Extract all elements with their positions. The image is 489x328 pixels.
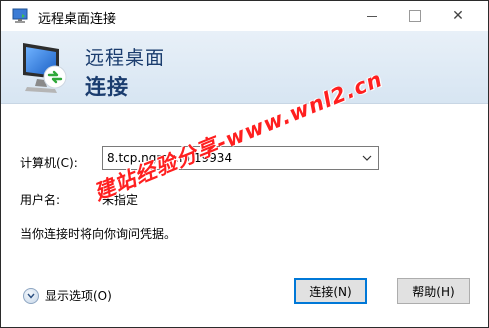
close-icon: ✕ bbox=[452, 8, 464, 24]
user-label: 用户名: bbox=[20, 193, 61, 207]
computer-label: 计算机(C): bbox=[20, 156, 78, 170]
chevron-down-icon bbox=[362, 155, 372, 161]
maximize-button[interactable] bbox=[392, 1, 438, 31]
connect-button[interactable]: 连接(N) bbox=[294, 278, 367, 304]
minimize-button[interactable] bbox=[349, 1, 395, 31]
show-options-label[interactable]: 显示选项(O) bbox=[45, 287, 112, 304]
maximize-icon bbox=[409, 10, 421, 22]
remote-desktop-monitor-icon bbox=[23, 43, 67, 93]
title-bar: 远程桌面连接 ✕ bbox=[1, 1, 488, 31]
credentials-note: 当你连接时将向你询问凭据。 bbox=[20, 227, 177, 241]
dialog-header: 远程桌面 连接 bbox=[1, 31, 488, 104]
minimize-icon bbox=[367, 15, 377, 17]
show-options-toggle[interactable]: 显示选项(O) bbox=[23, 287, 112, 304]
expand-chevron-icon bbox=[23, 287, 39, 304]
window-title: 远程桌面连接 bbox=[38, 12, 117, 27]
help-button[interactable]: 帮助(H) bbox=[397, 278, 470, 304]
dropdown-toggle[interactable] bbox=[358, 147, 376, 169]
close-button[interactable]: ✕ bbox=[435, 1, 481, 31]
header-title: 远程桌面 bbox=[85, 47, 166, 69]
remote-desktop-icon bbox=[12, 8, 28, 23]
header-subtitle: 连接 bbox=[85, 75, 129, 99]
rdp-dialog: 远程桌面连接 ✕ 远程桌面 连接 计算机(C): 8.tcp.ngrok.io:… bbox=[0, 0, 489, 328]
